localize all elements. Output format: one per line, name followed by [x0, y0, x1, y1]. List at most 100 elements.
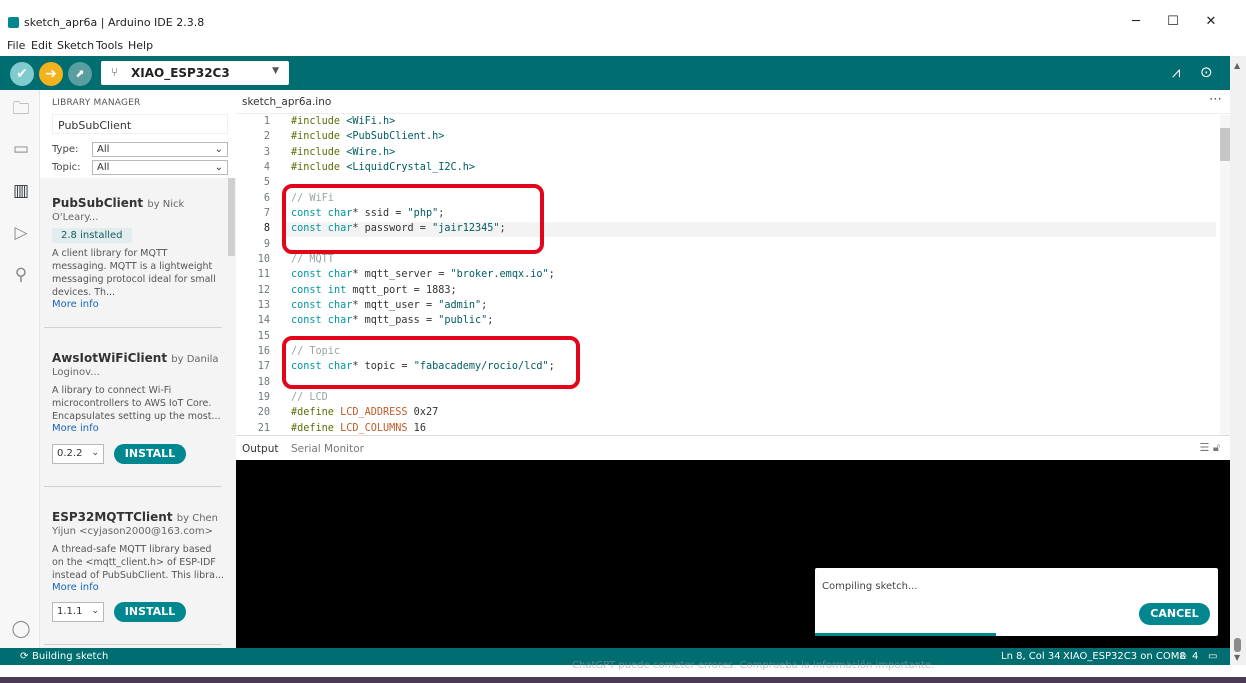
line-number: 3	[263, 147, 270, 158]
line-number: 1	[263, 116, 270, 127]
install-button[interactable]: INSTALL	[114, 602, 186, 622]
topic-label: Topic:	[52, 162, 81, 173]
line-number: 21	[257, 423, 270, 434]
background-text: ChatGPT puede cometer errores. Comprueba…	[572, 660, 935, 671]
cancel-button[interactable]: CANCEL	[1139, 603, 1210, 625]
arduino-app-icon	[8, 17, 19, 28]
line-number: 9	[263, 239, 270, 250]
activity-sidebar: 🗀 ▭ ▥ ▷ ⚲ ◯	[0, 90, 40, 648]
line-number: 19	[257, 392, 270, 403]
library-description: A thread-safe MQTT library based on the …	[52, 544, 224, 581]
menu-help[interactable]: Help	[128, 39, 153, 52]
scroll-down-icon[interactable]: ▼	[1234, 653, 1240, 662]
library-description: A client library for MQTT messaging. MQT…	[52, 248, 216, 298]
code-line: // MQTT	[291, 254, 334, 265]
more-info-link[interactable]: More info	[52, 423, 224, 435]
library-title: AwsIotWiFiClient	[52, 351, 168, 365]
line-number: 4	[263, 162, 270, 173]
tab-output[interactable]: Output	[242, 443, 278, 455]
installed-badge: 2.8 installed	[52, 228, 132, 243]
library-manager-icon[interactable]: ▥	[10, 180, 32, 202]
chevron-down-icon: ⌄	[214, 162, 223, 173]
line-number: 17	[257, 361, 270, 372]
minimize-icon[interactable]: ─	[1121, 14, 1151, 29]
more-info-link[interactable]: More info	[52, 582, 224, 594]
library-description: A library to connect Wi-Fi microcontroll…	[52, 385, 221, 422]
library-name[interactable]: PubSubClient by Nick	[52, 196, 224, 210]
list-item: ESP32MQTTClient by Chen Yijun <cyjason20…	[52, 510, 224, 594]
tab-sketch[interactable]: sketch_apr6a.ino	[242, 96, 331, 108]
scroll-up-icon[interactable]: ▲	[1234, 61, 1240, 70]
install-button[interactable]: INSTALL	[114, 444, 186, 464]
menu-tools[interactable]: Tools	[96, 39, 123, 52]
library-by: by Nick	[147, 199, 185, 210]
version-select[interactable]: 0.2.2 ⌄	[52, 444, 104, 464]
scroll-thumb[interactable]	[1234, 638, 1241, 652]
menu-sketch[interactable]: Sketch	[57, 39, 94, 52]
code-line: #define LCD_COLUMNS 16	[291, 423, 426, 434]
line-number: 18	[257, 377, 270, 388]
line-number: 6	[263, 193, 270, 204]
library-author: O'Leary...	[52, 212, 99, 223]
clear-output-icon[interactable]: ☰	[1199, 441, 1209, 454]
chevron-down-icon: ▼	[272, 66, 279, 76]
board-selector[interactable]: ⑂ XIAO_ESP32C3 ▼	[101, 61, 289, 85]
account-icon[interactable]: ◯	[10, 618, 32, 640]
board-manager-icon[interactable]: ▭	[10, 138, 32, 160]
library-manager-header: LIBRARY MANAGER	[52, 98, 141, 108]
library-list-scrollbar[interactable]	[228, 178, 235, 256]
editor-scrollbar-thumb[interactable]	[1220, 128, 1230, 161]
code-line: #include <LiquidCrystal_I2C.h>	[291, 162, 476, 173]
editor-scrollbar[interactable]	[1220, 115, 1230, 435]
status-board-port[interactable]: XIAO_ESP32C3 on COM8	[1063, 651, 1186, 662]
library-name[interactable]: ESP32MQTTClient by Chen	[52, 510, 224, 524]
bell-icon[interactable]: ⍾	[1180, 651, 1187, 662]
code-line: #include <Wire.h>	[291, 147, 396, 158]
toggle-panel-icon[interactable]: ▭	[1208, 651, 1217, 662]
verify-button[interactable]: ✔	[10, 62, 34, 86]
code-line: // LCD	[291, 392, 328, 403]
version-select[interactable]: 1.1.1 ⌄	[52, 602, 104, 622]
line-number: 12	[257, 285, 270, 296]
version-value: 1.1.1	[57, 606, 83, 617]
editor-tab-bar: sketch_apr6a.ino ⋯	[236, 90, 1230, 114]
background-strip: ChatGPT puede cometer errores. Comprueba…	[0, 660, 1246, 683]
menu-edit[interactable]: Edit	[31, 39, 52, 52]
library-manager-panel: LIBRARY MANAGER PubSubClient Type: All ⌄ …	[40, 90, 236, 648]
library-search-input[interactable]: PubSubClient	[52, 114, 228, 134]
type-select[interactable]: All ⌄	[92, 142, 228, 157]
code-line: #include <PubSubClient.h>	[291, 131, 445, 142]
window-titlebar: sketch_apr6a | Arduino IDE 2.3.8 ─ ☐ ✕	[0, 12, 1246, 34]
upload-button[interactable]: ➔	[39, 62, 63, 86]
notification-message: Compiling sketch...	[822, 581, 918, 592]
lock-icon[interactable]: 🔓︎	[1213, 441, 1220, 454]
list-item: AwsIotWiFiClient by Danila Loginov... A …	[52, 351, 224, 435]
tab-serial-monitor[interactable]: Serial Monitor	[291, 443, 364, 455]
version-value: 0.2.2	[57, 448, 83, 459]
topic-select[interactable]: All ⌄	[92, 160, 228, 175]
close-icon[interactable]: ✕	[1196, 14, 1226, 29]
menu-file[interactable]: File	[7, 39, 25, 52]
library-name[interactable]: AwsIotWiFiClient by Danila	[52, 351, 224, 365]
more-icon[interactable]: ⋯	[1209, 92, 1222, 107]
line-number: 7	[263, 208, 270, 219]
folder-icon[interactable]: 🗀	[10, 98, 32, 120]
library-title: PubSubClient	[52, 196, 144, 210]
line-number: 2	[263, 131, 270, 142]
check-icon: ✔	[16, 66, 28, 82]
serial-plotter-icon[interactable]: ⩘	[1172, 63, 1180, 81]
more-info-link[interactable]: More info	[52, 299, 224, 311]
search-icon[interactable]: ⚲	[10, 264, 32, 286]
status-cursor-position[interactable]: Ln 8, Col 34	[1001, 651, 1061, 662]
window-scrollbar[interactable]: ▲ ▼	[1230, 56, 1246, 665]
debug-button[interactable]: ⬈	[68, 62, 92, 86]
line-number: 11	[257, 269, 270, 280]
library-by: by Danila	[171, 354, 219, 365]
serial-monitor-icon[interactable]: ⊙	[1200, 63, 1213, 81]
code-line: #include <WiFi.h>	[291, 116, 396, 127]
maximize-icon[interactable]: ☐	[1158, 14, 1188, 29]
compiling-notification: Compiling sketch... CANCEL	[815, 568, 1218, 636]
debug-sidebar-icon[interactable]: ▷	[10, 222, 32, 244]
line-number: 5	[263, 177, 270, 188]
progress-bar	[815, 633, 996, 636]
